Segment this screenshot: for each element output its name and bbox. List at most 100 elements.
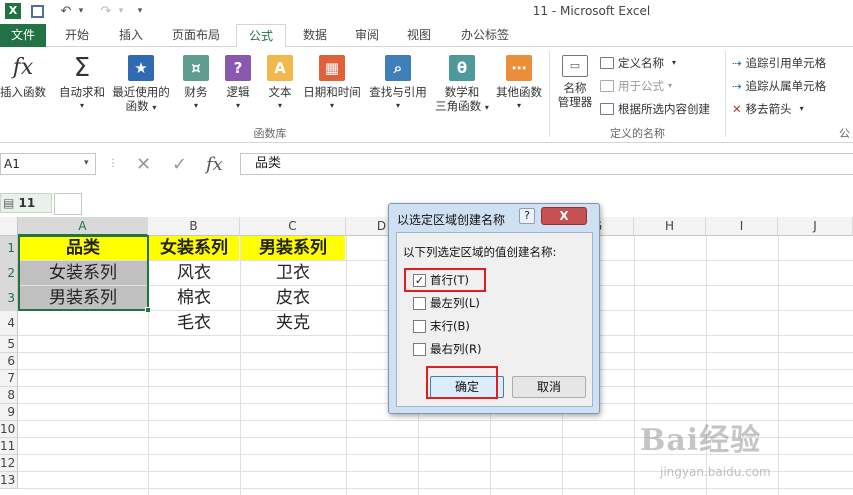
create-from-selection-button[interactable]: 根据所选内容创建 xyxy=(600,99,710,119)
group-label-function-library: 函数库 xyxy=(253,127,287,140)
tab-sheet-11[interactable]: ▤ 11 × xyxy=(0,193,52,228)
insert-function-label: 插入函数 xyxy=(0,85,46,99)
title-bar: X ↶ ▾ ↷ ▾ ▾ 11 - Microsoft Excel xyxy=(0,0,853,24)
lookup-reference-label: 查找与引用 xyxy=(369,85,427,99)
finance-icon: ¤ xyxy=(183,55,209,81)
group-label-formula-auditing: 公 xyxy=(839,127,850,140)
insert-function-fx-icon[interactable]: fx xyxy=(206,154,223,175)
tab-page-layout[interactable]: 页面布局 xyxy=(162,24,230,47)
math-trig-label: 数学和 xyxy=(444,85,480,99)
column-header-b[interactable]: B xyxy=(148,217,240,236)
row-header-1[interactable]: 1 xyxy=(0,236,18,261)
define-name-button[interactable]: 定义名称 ▾ xyxy=(600,53,676,73)
row-header-5[interactable]: 5 xyxy=(0,336,18,353)
highlight-top-row xyxy=(404,268,486,292)
text-button[interactable]: A 文本 ▾ xyxy=(262,55,298,113)
fx-icon: fx xyxy=(12,55,34,80)
new-tab-button[interactable] xyxy=(54,193,82,215)
use-in-formula-button[interactable]: 用于公式 ▾ xyxy=(600,76,672,96)
cancel-button[interactable]: 取消 xyxy=(512,376,586,398)
define-name-icon xyxy=(600,57,614,69)
column-header-j[interactable]: J xyxy=(778,217,853,236)
insert-function-button[interactable]: fx 插入函数 xyxy=(0,55,46,100)
tab-review[interactable]: 审阅 xyxy=(344,24,390,47)
checkbox-bottom-row[interactable] xyxy=(413,319,426,333)
cell-c1[interactable]: 男装系列 xyxy=(241,236,345,260)
cell-c3[interactable]: 皮衣 xyxy=(241,286,345,310)
option-right-column[interactable]: 最右列(R) xyxy=(413,340,481,358)
tab-view[interactable]: 视图 xyxy=(396,24,442,47)
chevron-down-icon: ▾ xyxy=(395,101,400,110)
logical-button[interactable]: ? 逻辑 ▾ xyxy=(220,55,256,113)
chevron-down-icon: ▾ xyxy=(152,103,157,112)
group-label-defined-names: 定义的名称 xyxy=(610,127,665,140)
fill-handle[interactable] xyxy=(145,307,151,313)
recently-used-button[interactable]: ★ 最近使用的 函数 ▾ xyxy=(110,55,172,115)
text-label: 文本 xyxy=(268,85,292,99)
trace-precedents-icon: ⇢ xyxy=(732,56,742,70)
name-box[interactable]: A1 xyxy=(0,153,96,175)
row-header-4[interactable]: 4 xyxy=(0,311,18,336)
calendar-icon: ▦ xyxy=(319,55,345,81)
remove-arrows-button[interactable]: ✕ 移去箭头 ▾ xyxy=(732,99,804,119)
trace-dependents-button[interactable]: ⇢ 追踪从属单元格 xyxy=(732,76,826,96)
column-header-c[interactable]: C xyxy=(240,217,346,236)
lookup-reference-button[interactable]: ⌕ 查找与引用 ▾ xyxy=(366,55,430,113)
autosum-button[interactable]: Σ 自动求和 ▾ xyxy=(56,55,108,113)
close-button[interactable]: X xyxy=(541,207,587,225)
highlight-ok-button xyxy=(426,366,498,399)
option-left-column[interactable]: 最左列(L) xyxy=(413,294,480,312)
tab-formulas[interactable]: 公式 xyxy=(236,24,286,48)
option-bottom-row[interactable]: 末行(B) xyxy=(413,317,470,335)
name-box-dropdown-icon[interactable]: ▾ xyxy=(84,158,89,168)
checkbox-right-column[interactable] xyxy=(413,342,426,356)
option-right-column-label: 最右列(R) xyxy=(430,342,482,356)
chevron-down-icon: ▾ xyxy=(277,101,282,110)
row-header-7[interactable]: 7 xyxy=(0,370,18,387)
date-time-button[interactable]: ▦ 日期和时间 ▾ xyxy=(300,55,364,113)
help-button[interactable]: ? xyxy=(519,208,535,224)
trace-precedents-button[interactable]: ⇢ 追踪引用单元格 xyxy=(732,53,826,73)
row-header-2[interactable]: 2 xyxy=(0,261,18,286)
select-all-corner[interactable] xyxy=(0,217,18,236)
cell-b1[interactable]: 女装系列 xyxy=(149,236,239,260)
row-header-11[interactable]: 11 xyxy=(0,438,18,455)
row-header-10[interactable]: 10 xyxy=(0,421,18,438)
row-header-9[interactable]: 9 xyxy=(0,404,18,421)
formula-input[interactable]: 品类 xyxy=(240,153,853,175)
column-header-a[interactable]: A xyxy=(18,217,148,236)
more-functions-button[interactable]: ⋯ 其他函数 ▾ xyxy=(492,55,546,113)
cancel-icon[interactable]: ✕ xyxy=(136,154,151,175)
use-in-formula-icon xyxy=(600,80,614,92)
row-header-13[interactable]: 13 xyxy=(0,472,18,489)
tab-file[interactable]: 文件 xyxy=(0,24,46,47)
math-trig-button[interactable]: θ 数学和 三角函数 ▾ xyxy=(432,55,492,115)
column-header-h[interactable]: H xyxy=(634,217,706,236)
tab-insert[interactable]: 插入 xyxy=(108,24,154,47)
name-manager-button[interactable]: ▭ 名称 管理器 xyxy=(555,55,595,109)
checkbox-left-column[interactable] xyxy=(413,296,426,310)
sigma-icon: Σ xyxy=(73,53,91,83)
enter-icon[interactable]: ✓ xyxy=(172,154,187,175)
name-manager-icon: ▭ xyxy=(562,55,588,77)
text-a-icon: A xyxy=(267,55,293,81)
financial-label: 财务 xyxy=(184,85,208,99)
watermark: Bai经验 jingyan.baidu.com xyxy=(640,415,850,495)
cell-b2[interactable]: 风衣 xyxy=(149,261,239,285)
row-header-12[interactable]: 12 xyxy=(0,455,18,472)
cell-b4[interactable]: 毛衣 xyxy=(149,311,239,335)
ribbon-formulas: fx 插入函数 Σ 自动求和 ▾ ★ 最近使用的 函数 ▾ ¤ 财务 ▾ ? 逻… xyxy=(0,47,853,143)
row-header-8[interactable]: 8 xyxy=(0,387,18,404)
cell-c2[interactable]: 卫衣 xyxy=(241,261,345,285)
row-header-3[interactable]: 3 xyxy=(0,286,18,311)
cell-b3[interactable]: 棉衣 xyxy=(149,286,239,310)
row-header-6[interactable]: 6 xyxy=(0,353,18,370)
chevron-down-icon: ▾ xyxy=(516,101,521,110)
cell-c4[interactable]: 夹克 xyxy=(241,311,345,335)
column-header-i[interactable]: I xyxy=(706,217,778,236)
financial-button[interactable]: ¤ 财务 ▾ xyxy=(178,55,214,113)
chevron-down-icon: ▾ xyxy=(79,101,84,110)
tab-home[interactable]: 开始 xyxy=(54,24,100,47)
tab-data[interactable]: 数据 xyxy=(292,24,338,47)
tab-office-tab[interactable]: 办公标签 xyxy=(452,24,518,47)
